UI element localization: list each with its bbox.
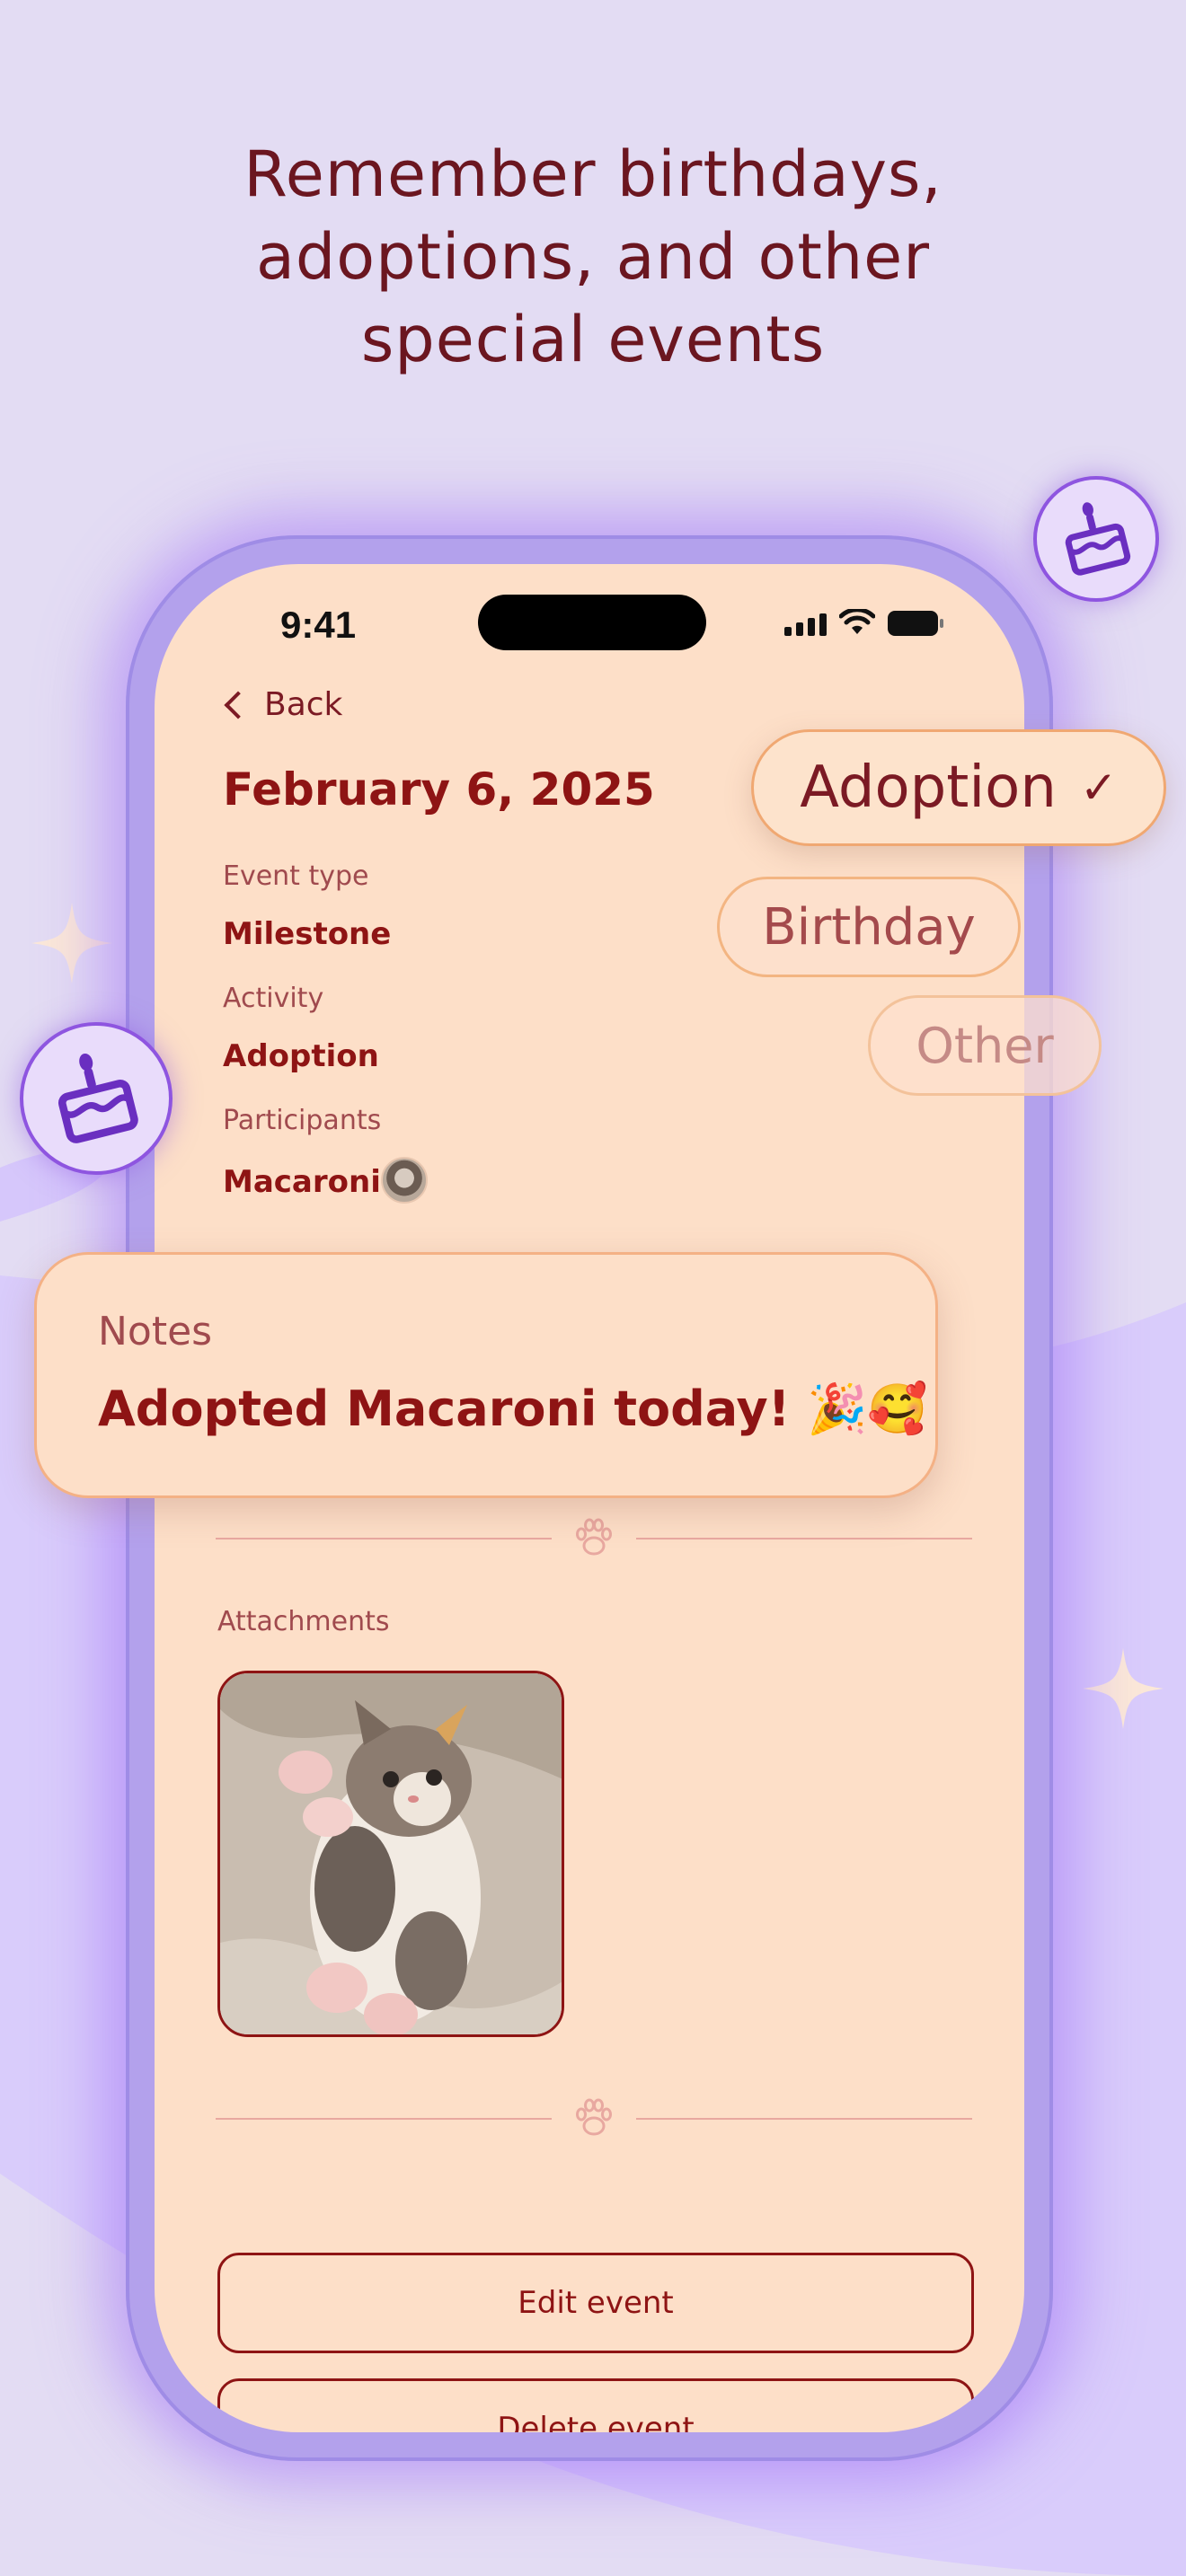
sparkle-icon — [31, 903, 112, 984]
paw-icon — [576, 2098, 612, 2136]
wifi-icon — [839, 609, 875, 634]
edit-event-button[interactable]: Edit event — [217, 2253, 974, 2353]
event-type-value: Milestone — [223, 916, 392, 952]
cake-badge — [20, 1022, 173, 1175]
notes-text: Adopted Macaroni today! 🎉🥰 — [98, 1381, 928, 1437]
option-adoption-label: Adoption — [800, 754, 1057, 821]
sparkle-icon — [1083, 1648, 1164, 1729]
activity-label: Activity — [223, 983, 324, 1014]
cake-icon — [1065, 502, 1131, 576]
back-label: Back — [264, 686, 343, 723]
headline-line-2: adoptions, and other — [255, 220, 931, 294]
notes-label: Notes — [98, 1309, 213, 1354]
headline: Remember birthdays, adoptions, and other… — [0, 133, 1186, 381]
battery-icon — [888, 611, 943, 636]
chevron-left-icon — [224, 690, 252, 719]
activity-value: Adoption — [223, 1038, 379, 1074]
paw-icon — [576, 1518, 612, 1556]
paw-divider — [216, 2098, 972, 2138]
attachments-label: Attachments — [217, 1606, 390, 1637]
checkmark-icon: ✓ — [1079, 762, 1118, 814]
cake-icon — [58, 1053, 138, 1143]
attachment-photo[interactable] — [217, 1671, 564, 2037]
delete-event-button[interactable]: Delete event — [217, 2378, 974, 2432]
notes-card: Notes Adopted Macaroni today! 🎉🥰 — [34, 1252, 938, 1498]
option-adoption[interactable]: Adoption ✓ — [751, 729, 1166, 846]
headline-line-3: special events — [360, 303, 826, 376]
participant-name: Macaroni — [223, 1164, 381, 1200]
headline-line-1: Remember birthdays, — [243, 137, 943, 211]
option-birthday[interactable]: Birthday — [717, 877, 1021, 977]
option-other[interactable]: Other — [868, 995, 1102, 1096]
paw-divider — [216, 1518, 972, 1557]
participant-avatar — [381, 1157, 428, 1204]
signal-icon — [784, 613, 827, 636]
status-time: 9:41 — [280, 604, 357, 646]
cake-badge — [1033, 476, 1159, 602]
event-type-label: Event type — [223, 860, 369, 892]
dynamic-island — [478, 595, 706, 650]
status-icons — [784, 609, 943, 636]
participants-label: Participants — [223, 1105, 382, 1136]
kitten-photo — [220, 1673, 562, 2034]
back-button[interactable]: Back — [221, 686, 342, 723]
event-date-title: February 6, 2025 — [223, 763, 655, 816]
